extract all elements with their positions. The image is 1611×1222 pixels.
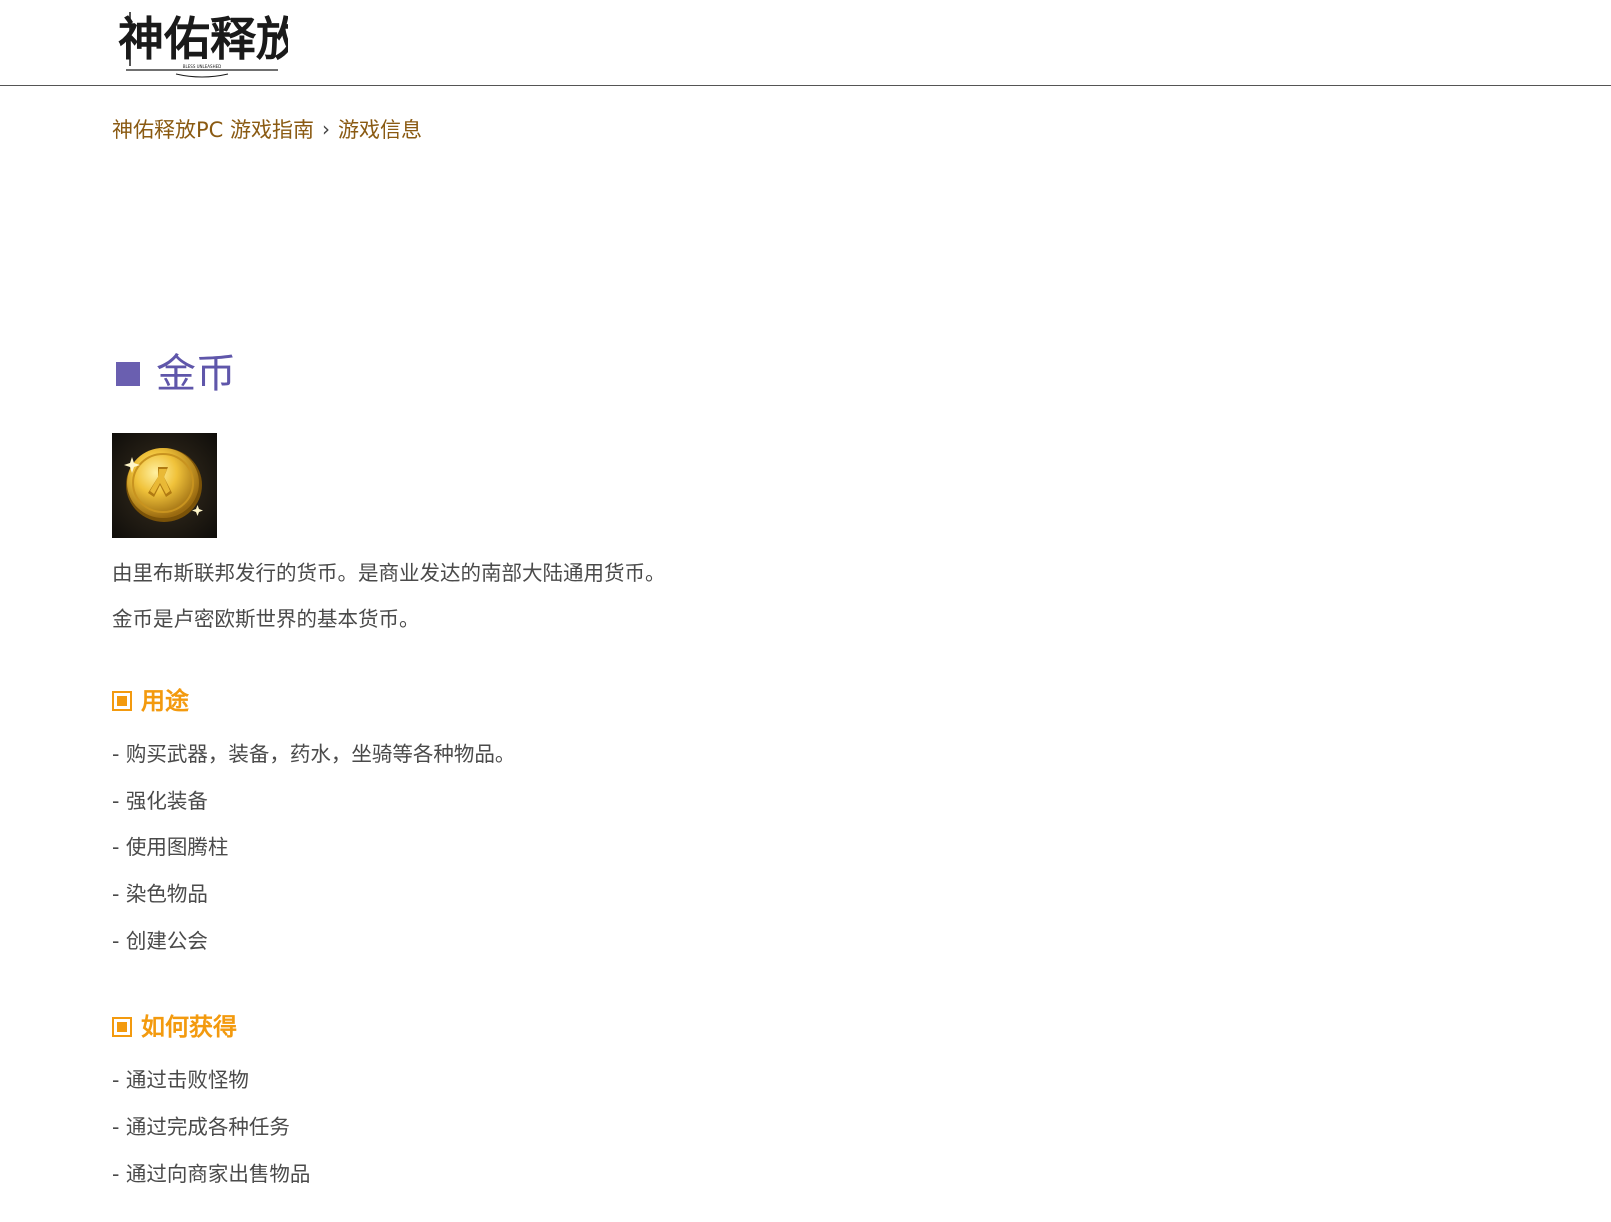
heading-box-icon bbox=[112, 1017, 132, 1037]
breadcrumb-current-link[interactable]: 游戏信息 bbox=[338, 114, 422, 144]
page-title: 金币 bbox=[116, 354, 236, 394]
site-header: 神佑释放 BLESS UNLEASHED bbox=[0, 0, 1611, 86]
list-item: - 通过完成各种任务 bbox=[112, 1115, 290, 1139]
bless-unleashed-logo[interactable]: 神佑释放 BLESS UNLEASHED bbox=[116, 0, 288, 80]
breadcrumb-home-link[interactable]: 神佑释放PC 游戏指南 bbox=[112, 114, 314, 144]
list-item: - 购买武器，装备，药水，坐骑等各种物品。 bbox=[112, 742, 516, 766]
obtain-heading: 如何获得 bbox=[112, 1015, 237, 1039]
list-item: - 强化装备 bbox=[112, 789, 208, 813]
uses-heading-text: 用途 bbox=[141, 687, 189, 715]
description-line-2: 金币是卢密欧斯世界的基本货币。 bbox=[112, 607, 420, 631]
page-title-text: 金币 bbox=[156, 351, 236, 397]
list-item: - 染色物品 bbox=[112, 882, 208, 906]
logo-subtitle: BLESS UNLEASHED bbox=[183, 64, 221, 69]
breadcrumb-separator: › bbox=[322, 117, 331, 141]
obtain-heading-text: 如何获得 bbox=[141, 1013, 237, 1041]
gold-coin-icon bbox=[112, 433, 217, 538]
heading-box-icon bbox=[112, 691, 132, 711]
title-square-icon bbox=[116, 362, 140, 386]
breadcrumb: 神佑释放PC 游戏指南 › 游戏信息 bbox=[112, 114, 422, 144]
uses-heading: 用途 bbox=[112, 689, 189, 713]
description-line-1: 由里布斯联邦发行的货币。是商业发达的南部大陆通用货币。 bbox=[112, 561, 666, 585]
list-item: - 使用图腾柱 bbox=[112, 835, 229, 859]
logo-text: 神佑释放 bbox=[118, 12, 288, 66]
list-item: - 通过击败怪物 bbox=[112, 1068, 249, 1092]
list-item: - 创建公会 bbox=[112, 929, 208, 953]
list-item: - 通过向商家出售物品 bbox=[112, 1162, 311, 1186]
